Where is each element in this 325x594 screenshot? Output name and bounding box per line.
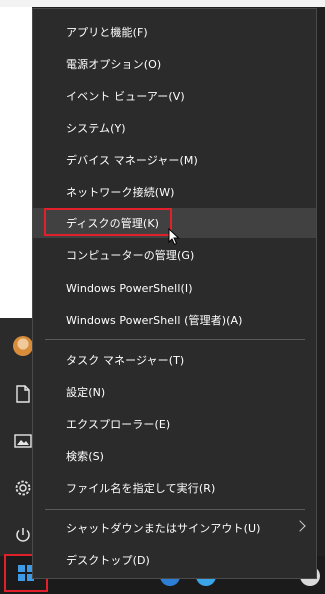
menu-item-label: ネットワーク接続(W) [66, 186, 175, 199]
menu-item-network-connections[interactable]: ネットワーク接続(W) [33, 177, 316, 207]
menu-item-label: エクスプローラー(E) [66, 418, 171, 431]
menu-separator [45, 339, 305, 340]
menu-item-label: コンピューターの管理(G) [66, 249, 195, 262]
menu-item-search[interactable]: 検索(S) [33, 441, 316, 471]
menu-item-label: Windows PowerShell (管理者)(A) [66, 314, 243, 327]
document-icon[interactable] [12, 383, 34, 405]
menu-item-label: デスクトップ(D) [66, 554, 150, 567]
menu-item-label: アプリと機能(F) [66, 26, 148, 39]
menu-item-system[interactable]: システム(Y) [33, 113, 316, 143]
menu-item-file-explorer[interactable]: エクスプローラー(E) [33, 409, 316, 439]
settings-gear-icon[interactable] [12, 477, 34, 499]
menu-separator [45, 509, 305, 510]
menu-item-windows-powershell-admin[interactable]: Windows PowerShell (管理者)(A) [33, 305, 316, 335]
menu-item-label: 電源オプション(O) [66, 58, 162, 71]
picture-icon[interactable] [12, 430, 34, 452]
menu-item-label: Windows PowerShell(I) [66, 281, 193, 295]
menu-item-label: ファイル名を指定して実行(R) [66, 482, 216, 495]
quick-link-menu: アプリと機能(F) 電源オプション(O) イベント ビューアー(V) システム(… [32, 8, 317, 579]
menu-item-apps-and-features[interactable]: アプリと機能(F) [33, 17, 316, 47]
menu-item-label: 設定(N) [66, 386, 106, 399]
screen: アプリと機能(F) 電源オプション(O) イベント ビューアー(V) システム(… [0, 0, 325, 594]
menu-item-label: イベント ビューアー(V) [66, 90, 185, 103]
menu-item-task-manager[interactable]: タスク マネージャー(T) [33, 345, 316, 375]
menu-item-label: 検索(S) [66, 450, 105, 463]
menu-item-windows-powershell[interactable]: Windows PowerShell(I) [33, 273, 316, 303]
menu-item-settings[interactable]: 設定(N) [33, 377, 316, 407]
window-edge [0, 0, 325, 7]
mouse-cursor-icon [168, 228, 180, 246]
menu-item-event-viewer[interactable]: イベント ビューアー(V) [33, 81, 316, 111]
disk-management-highlight [44, 208, 172, 236]
menu-item-label: デバイス マネージャー(M) [66, 154, 198, 167]
menu-item-label: タスク マネージャー(T) [66, 354, 185, 367]
chevron-right-icon [294, 520, 306, 532]
menu-item-label: システム(Y) [66, 122, 126, 135]
menu-item-device-manager[interactable]: デバイス マネージャー(M) [33, 145, 316, 175]
menu-item-desktop[interactable]: デスクトップ(D) [33, 545, 316, 575]
user-avatar-icon[interactable] [13, 336, 33, 356]
menu-item-label: シャットダウンまたはサインアウト(U) [66, 522, 261, 535]
menu-item-run[interactable]: ファイル名を指定して実行(R) [33, 473, 316, 503]
power-icon[interactable] [12, 524, 34, 546]
menu-item-power-options[interactable]: 電源オプション(O) [33, 49, 316, 79]
menu-item-shutdown-or-signout[interactable]: シャットダウンまたはサインアウト(U) [33, 513, 316, 543]
